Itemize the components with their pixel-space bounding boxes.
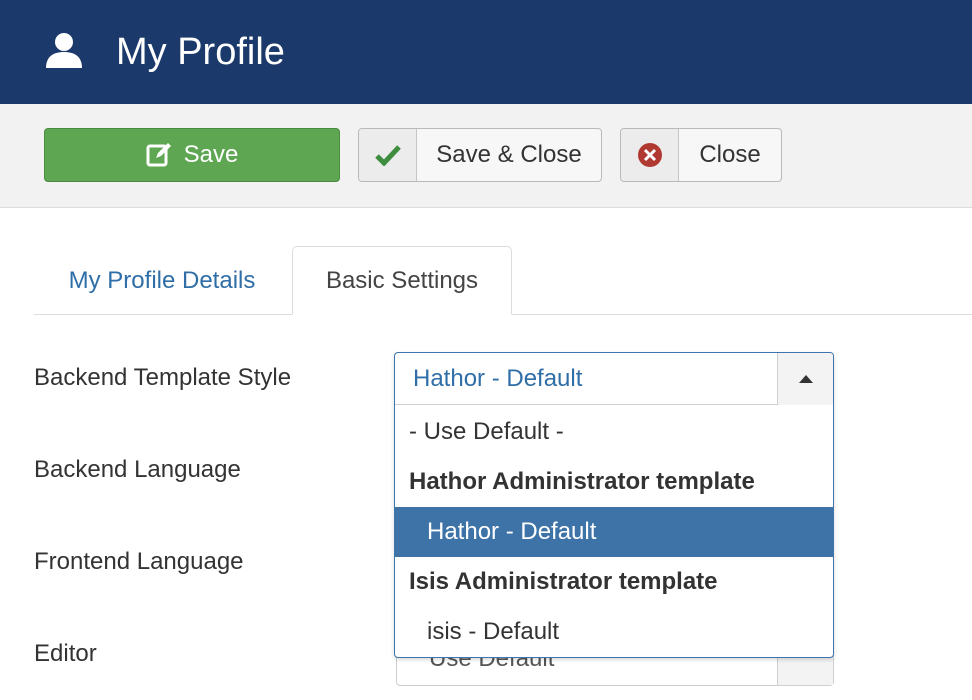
close-button[interactable]: Close — [620, 128, 782, 182]
toolbar: Save Save & Close Close — [0, 104, 972, 208]
chevron-up-icon — [798, 375, 813, 383]
optgroup-hathor: Hathor Administrator template — [409, 468, 755, 495]
save-close-label: Save & Close — [436, 141, 582, 168]
label-frontend-language: Frontend Language — [34, 548, 244, 575]
select-current-value: Hathor - Default — [413, 365, 583, 392]
save-close-button[interactable]: Save & Close — [358, 128, 602, 182]
select-current[interactable]: Hathor - Default — [395, 353, 833, 405]
user-icon — [46, 33, 82, 68]
optgroup-isis: Isis Administrator template — [409, 568, 718, 595]
tab-my-profile-details[interactable]: My Profile Details — [40, 246, 284, 315]
page-title: My Profile — [116, 31, 285, 73]
option-isis-default[interactable]: isis - Default — [395, 607, 833, 657]
close-circle-icon — [621, 129, 679, 181]
edit-icon — [146, 143, 171, 167]
tab-basic-settings[interactable]: Basic Settings — [292, 246, 512, 315]
save-button-label: Save — [183, 141, 239, 168]
label-backend-template-style: Backend Template Style — [34, 364, 292, 391]
label-backend-language: Backend Language — [34, 456, 241, 483]
option-hathor-default[interactable]: Hathor - Default — [395, 507, 833, 557]
label-editor: Editor — [34, 640, 97, 667]
save-button[interactable]: Save — [44, 128, 340, 182]
select-toggle[interactable] — [777, 353, 833, 405]
close-label: Close — [699, 141, 761, 168]
option-use-default[interactable]: - Use Default - — [395, 407, 833, 457]
page-header: My Profile — [0, 0, 972, 104]
backend-template-style-select[interactable]: Hathor - Default - Use Default - Hathor … — [394, 352, 834, 658]
check-icon — [359, 129, 417, 181]
